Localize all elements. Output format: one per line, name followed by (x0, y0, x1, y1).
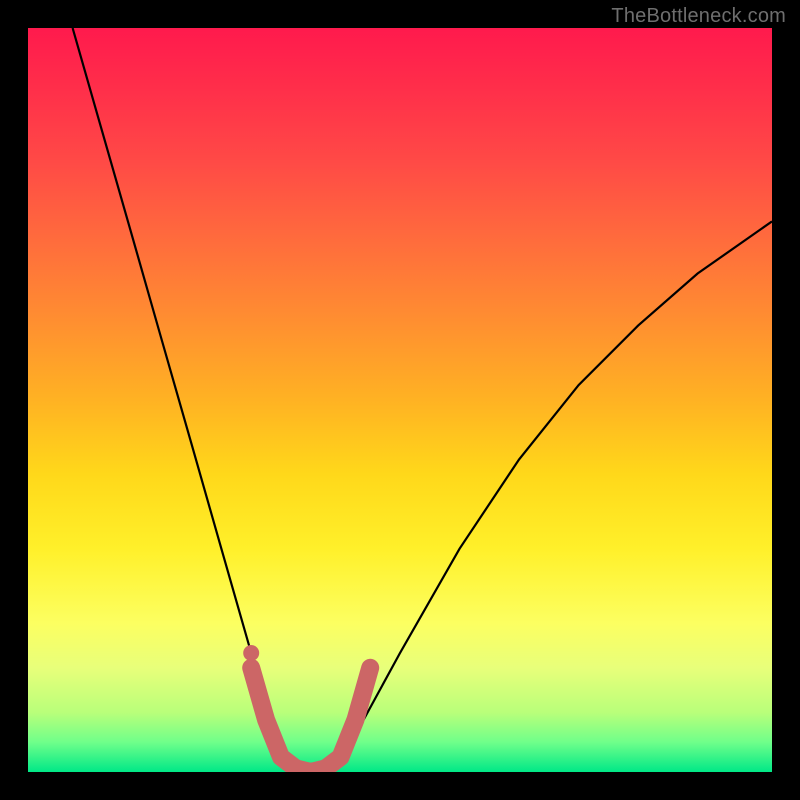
chart-frame: TheBottleneck.com (0, 0, 800, 800)
highlight-dot (243, 645, 259, 661)
plot-area (28, 28, 772, 772)
bottleneck-curve (73, 28, 772, 772)
curve-layer (28, 28, 772, 772)
highlight-band (251, 668, 370, 772)
watermark-text: TheBottleneck.com (611, 5, 786, 28)
